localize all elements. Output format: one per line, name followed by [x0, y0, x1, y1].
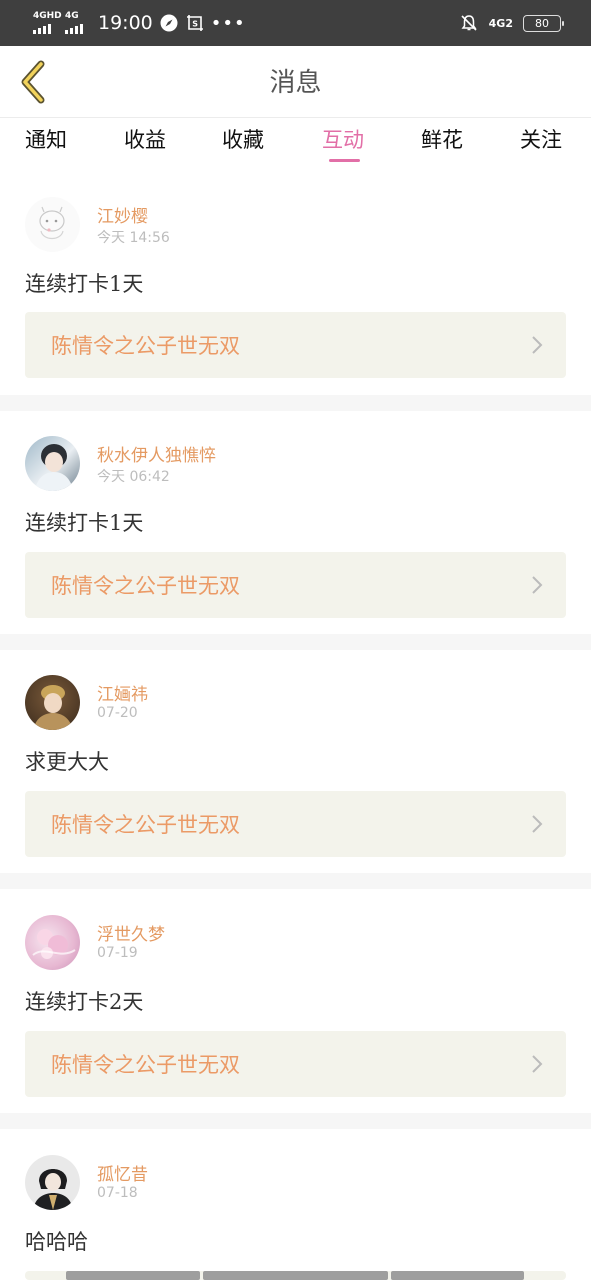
- username[interactable]: 秋水伊人独憔悴: [97, 441, 216, 466]
- scroll-indicator: [203, 1271, 388, 1280]
- compass-icon: [159, 13, 179, 33]
- clock: 19:00: [98, 12, 153, 34]
- message-item: 浮世久梦 07-19 连续打卡2天 陈情令之公子世无双: [0, 889, 591, 1113]
- battery-icon: 80: [523, 14, 564, 32]
- book-link-card[interactable]: 陈情令之公子世无双: [25, 791, 566, 857]
- tab-notifications[interactable]: 通知: [25, 124, 67, 154]
- avatar-portrait-icon: [33, 685, 73, 730]
- book-title: 陈情令之公子世无双: [51, 334, 240, 358]
- username[interactable]: 孤忆昔: [97, 1160, 148, 1185]
- tab-interactions[interactable]: 互动: [322, 124, 364, 154]
- username[interactable]: 江婳祎: [97, 680, 148, 705]
- message-time: 07-19: [97, 945, 138, 961]
- message-text: 连续打卡1天: [25, 272, 144, 296]
- signal-label: 4GHD: [33, 11, 62, 21]
- book-link-card[interactable]: 陈情令之公子世无双: [25, 312, 566, 378]
- screenshot-icon: S: [185, 13, 205, 33]
- chevron-right-icon: [532, 815, 543, 833]
- message-item: 江婳祎 07-20 求更大大 陈情令之公子世无双: [0, 650, 591, 873]
- book-link-card[interactable]: 陈情令之公子世无双: [25, 1031, 566, 1097]
- avatar-flower-icon: [32, 929, 76, 959]
- page-title: 消息: [269, 68, 322, 98]
- svg-text:S: S: [192, 20, 198, 29]
- active-tab-indicator: [329, 159, 360, 162]
- message-text: 求更大大: [25, 750, 109, 774]
- scroll-indicator: [66, 1271, 200, 1280]
- message-time: 07-18: [97, 1185, 138, 1201]
- message-text: 哈哈哈: [25, 1230, 88, 1254]
- avatar[interactable]: [25, 1155, 80, 1210]
- avatar[interactable]: [25, 915, 80, 970]
- message-item: 江妙樱 今天 14:56 连续打卡1天 陈情令之公子世无双: [0, 180, 591, 395]
- avatar-portrait-icon: [33, 1169, 73, 1210]
- message-time: 今天 14:56: [97, 230, 170, 246]
- avatar-drawing-icon: [39, 206, 65, 240]
- status-left: 4GHD 4G 19:00 S •••: [32, 10, 246, 36]
- book-link-card[interactable]: 陈情令之公子世无双: [25, 552, 566, 618]
- mute-bell-icon: [459, 13, 479, 33]
- status-right: 4G2 80: [459, 11, 564, 35]
- message-item: 孤忆昔 07-18 哈哈哈: [0, 1129, 591, 1280]
- tab-favorites[interactable]: 收藏: [222, 124, 264, 154]
- title-bar: 消息: [0, 46, 591, 118]
- chevron-right-icon: [532, 576, 543, 594]
- message-text: 连续打卡1天: [25, 511, 144, 535]
- book-title: 陈情令之公子世无双: [51, 813, 240, 837]
- message-item: 秋水伊人独憔悴 今天 06:42 连续打卡1天 陈情令之公子世无双: [0, 411, 591, 634]
- signal-label-2: 4G: [65, 11, 79, 21]
- book-title: 陈情令之公子世无双: [51, 1053, 240, 1077]
- message-time: 今天 06:42: [97, 469, 170, 485]
- chevron-right-icon: [532, 336, 543, 354]
- signal-strength-icon: 4GHD: [32, 11, 62, 34]
- battery-level: 80: [535, 16, 549, 30]
- avatar[interactable]: [25, 675, 80, 730]
- status-bar: 4GHD 4G 19:00 S ••• 4G2 80: [0, 0, 591, 46]
- avatar[interactable]: [25, 197, 80, 252]
- tab-bar: 通知 收益 收藏 互动 鲜花 关注: [0, 118, 591, 170]
- divider: [0, 1113, 591, 1129]
- tab-flowers[interactable]: 鲜花: [421, 124, 463, 154]
- username[interactable]: 浮世久梦: [97, 920, 165, 945]
- more-notifications-icon: •••: [210, 12, 246, 34]
- book-title: 陈情令之公子世无双: [51, 574, 240, 598]
- signal-strength-icon-2: 4G: [64, 11, 90, 34]
- username[interactable]: 江妙樱: [97, 202, 148, 227]
- tab-following[interactable]: 关注: [520, 124, 562, 154]
- divider: [0, 873, 591, 889]
- avatar[interactable]: [25, 436, 80, 491]
- chevron-right-icon: [532, 1055, 543, 1073]
- message-text: 连续打卡2天: [25, 990, 144, 1014]
- message-time: 07-20: [97, 705, 138, 721]
- tab-earnings[interactable]: 收益: [124, 124, 166, 154]
- avatar-portrait-icon: [35, 444, 73, 491]
- scroll-indicator: [391, 1271, 524, 1280]
- divider: [0, 395, 591, 411]
- divider: [0, 634, 591, 650]
- network-type: 4G2: [488, 16, 513, 30]
